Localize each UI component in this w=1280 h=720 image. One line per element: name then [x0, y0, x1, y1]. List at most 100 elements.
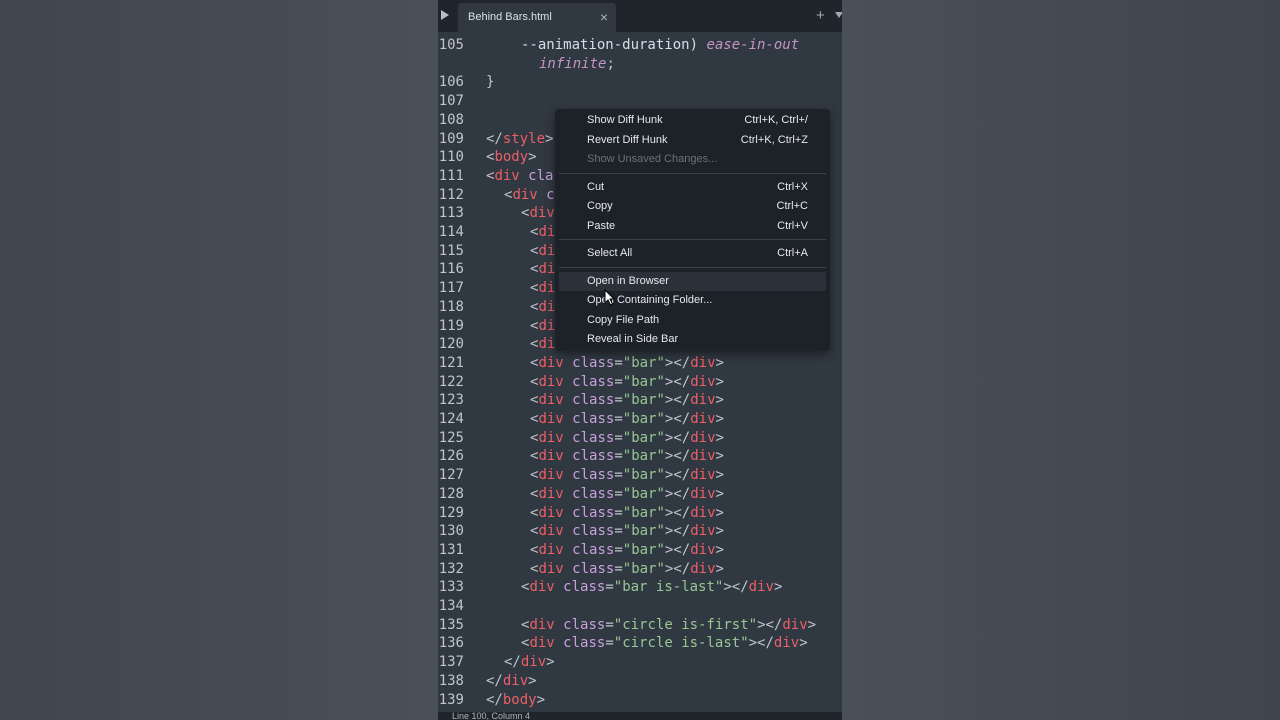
code-token: di — [538, 280, 556, 297]
code-line: <di — [530, 318, 555, 334]
menu-item-cut[interactable]: Cut Ctrl+X — [559, 178, 826, 197]
code-token: di — [538, 261, 556, 278]
code-token: ></ — [664, 467, 691, 484]
menu-item-label: Copy — [587, 200, 613, 212]
code-token: > — [799, 635, 808, 652]
play-icon[interactable] — [441, 10, 449, 20]
code-token: ></ — [664, 504, 691, 521]
code-token: > — [715, 541, 724, 558]
line-number: 121 — [438, 354, 464, 371]
menu-item-reveal-in-side-bar[interactable]: Reveal in Side Bar — [559, 330, 826, 349]
line-number: 129 — [438, 504, 464, 521]
chevron-down-icon[interactable] — [835, 12, 842, 18]
code-token: > — [715, 429, 724, 446]
code-token: di — [538, 336, 556, 353]
code-token: --animation-duration) — [521, 37, 707, 53]
code-token: ease-in-out — [706, 37, 800, 53]
code-token: div — [502, 672, 529, 689]
code-token: = — [614, 467, 623, 484]
code-token: div — [690, 411, 716, 427]
menu-item-paste[interactable]: Paste Ctrl+V — [559, 217, 826, 236]
code-token: = — [605, 635, 614, 652]
line-number: 136 — [438, 635, 464, 652]
code-token: = — [605, 616, 614, 633]
code-token: class — [572, 429, 615, 446]
code-token: ></ — [664, 523, 691, 540]
code-token: > — [715, 560, 724, 577]
code-token: div — [538, 504, 564, 521]
menu-separator — [559, 172, 826, 174]
line-number: 130 — [438, 523, 464, 540]
code-token: di — [538, 317, 556, 334]
code-line: <div class="bar"></div> — [530, 486, 724, 502]
code-token: "circle is-first" — [613, 616, 758, 633]
code-token: div — [690, 485, 716, 502]
line-number: 109 — [438, 130, 464, 147]
code-line: <di — [530, 299, 555, 315]
line-number: 107 — [438, 93, 464, 110]
code-token: div — [520, 654, 547, 671]
line-number: 117 — [438, 280, 464, 297]
tab-behind-bars[interactable]: Behind Bars.html × — [458, 3, 616, 32]
code-token: di — [538, 242, 556, 259]
line-number: 112 — [438, 186, 464, 203]
code-token: = — [605, 579, 614, 596]
code-token: div — [690, 560, 716, 577]
code-token: = — [614, 485, 623, 502]
code-token: div — [690, 448, 716, 465]
menu-item-select-all[interactable]: Select All Ctrl+A — [559, 244, 826, 263]
code-token: div — [690, 467, 716, 484]
code-token: cla — [528, 167, 554, 184]
tab-bar: Behind Bars.html × + — [438, 0, 842, 32]
close-icon[interactable]: × — [600, 9, 608, 25]
code-token: "bar" — [622, 541, 665, 558]
code-token: div — [512, 186, 538, 203]
code-token: class — [563, 635, 606, 652]
menu-item-open-containing-folder[interactable]: Open Containing Folder... — [559, 291, 826, 310]
line-number: 127 — [438, 467, 464, 484]
code-token: "bar" — [622, 354, 665, 371]
context-menu: Show Diff Hunk Ctrl+K, Ctrl+/ Revert Diff … — [555, 109, 830, 351]
code-token: class — [563, 616, 606, 633]
code-token: </ — [504, 654, 521, 671]
code-token: div — [529, 205, 555, 222]
code-token: "bar" — [622, 392, 665, 409]
code-token: div — [538, 429, 564, 446]
code-line: <div class="bar"></div> — [530, 448, 724, 464]
menu-item-show-diff-hunk[interactable]: Show Diff Hunk Ctrl+K, Ctrl+/ — [559, 111, 826, 130]
menu-item-label: Copy File Path — [587, 313, 660, 326]
code-token: > — [773, 579, 783, 596]
menu-item-revert-diff-hunk[interactable]: Revert Diff Hunk Ctrl+K, Ctrl+Z — [559, 131, 826, 150]
backdrop-right — [842, 0, 1280, 720]
menu-item-copy-file-path[interactable]: Copy File Path — [559, 311, 826, 330]
code-token: > — [545, 130, 554, 147]
code-token: c — [546, 186, 555, 203]
code-token: class — [572, 467, 615, 484]
menu-item-shortcut: Ctrl+V — [777, 219, 808, 232]
code-token: ></ — [748, 635, 774, 652]
line-number: 111 — [438, 167, 464, 184]
code-line: <div class="bar"></div> — [530, 374, 724, 390]
code-token: div — [782, 616, 808, 633]
line-number: 135 — [438, 616, 464, 633]
menu-item-copy[interactable]: Copy Ctrl+C — [559, 197, 826, 216]
code-line: infinite; — [539, 56, 615, 72]
code-line: --animation-duration) ease-in-out — [521, 37, 799, 53]
code-token: div — [494, 167, 520, 184]
menu-item-label: Revert Diff Hunk — [587, 133, 668, 146]
menu-item-open-in-browser[interactable]: Open in Browser — [559, 271, 826, 291]
line-number: 133 — [438, 579, 464, 596]
code-line: <div class="circle is-first"></div> — [521, 617, 816, 633]
code-token: div — [690, 392, 716, 409]
code-token: "bar" — [622, 485, 665, 502]
code-line: <di — [530, 336, 555, 352]
plus-icon[interactable]: + — [816, 7, 825, 24]
code-line: </div> — [504, 654, 555, 670]
menu-item-shortcut: Ctrl+A — [777, 247, 808, 259]
menu-item-shortcut: Ctrl+K, Ctrl+/ — [744, 114, 808, 126]
